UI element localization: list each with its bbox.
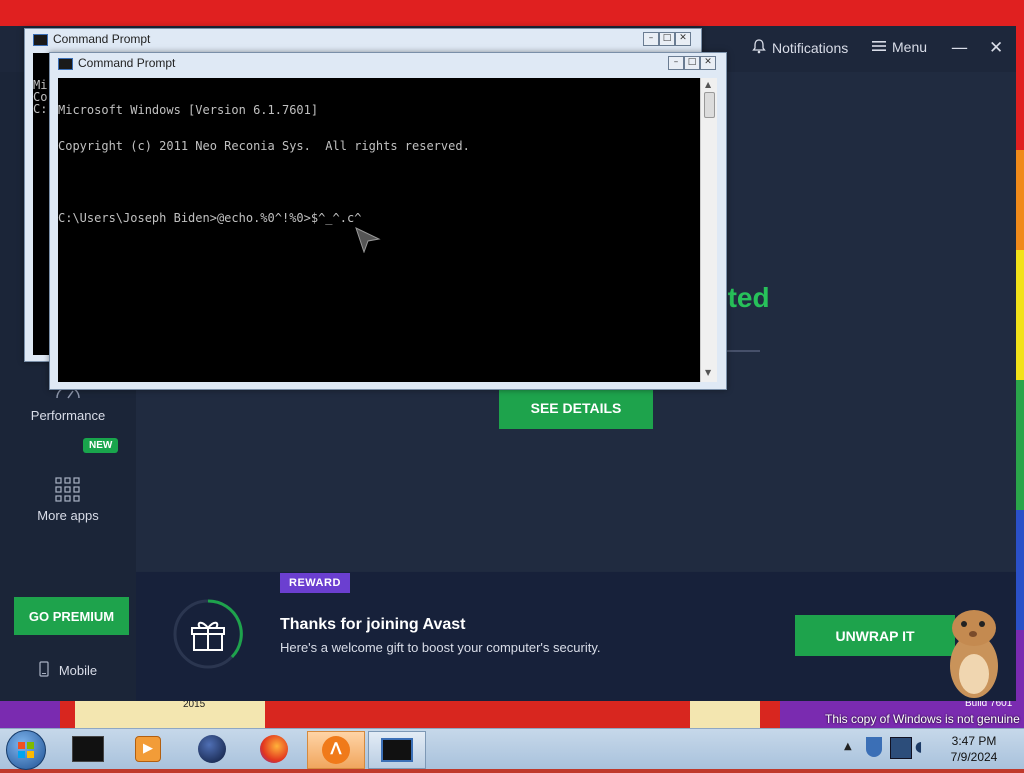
scroll-up-icon[interactable]: ▲ [705,80,711,89]
mouse-cursor-icon [355,227,381,257]
cmd-title: Command Prompt [78,56,176,70]
globe-icon [198,735,226,763]
taskbar: ▶ ᐱ ▲ ◖ [0,728,1024,770]
minimize-icon[interactable]: — [951,38,968,58]
phone-icon [39,661,49,680]
security-tray-icon[interactable] [866,737,882,757]
network-tray-icon[interactable] [890,737,912,759]
taskbar-app-cmd[interactable] [368,731,426,769]
grid-icon [0,476,136,508]
cmd-title: Command Prompt [53,32,151,46]
hamster-image [944,604,1004,700]
notifications-label: Notifications [772,40,849,56]
console-line: Microsoft Windows [Version 6.1.7601] [58,103,319,117]
maximize-icon[interactable]: □ [684,56,700,70]
reward-title: Thanks for joining Avast [280,616,466,633]
monitor-icon [72,736,104,762]
taskbar-app-media[interactable]: ▶ [120,731,176,767]
start-button[interactable] [6,730,46,770]
cmd-icon [381,738,413,762]
console-prompt-line: C:\Users\Joseph Biden>@echo.%0^!%0>$^_^.… [58,211,362,225]
show-hidden-icons[interactable]: ▲ [844,741,852,752]
console-line: Copyright (c) 2011 Neo Reconia Sys. All … [58,139,470,153]
see-details-button[interactable]: SEE DETAILS [499,386,653,429]
cmd-icon [58,58,73,70]
sidebar-item-label: More apps [37,508,99,523]
menu-button[interactable]: Menu [872,39,927,55]
clock-date: 7/9/2024 [950,750,998,764]
reward-badge: REWARD [280,573,350,593]
minimize-icon[interactable]: – [668,56,684,70]
taskbar-clock[interactable]: 3:47 PM 7/9/2024 [940,733,1008,765]
avast-icon: ᐱ [322,736,350,764]
menu-label: Menu [892,39,928,55]
windows-logo-icon [18,742,34,758]
reward-subtitle: Here's a welcome gift to boost your comp… [280,640,601,655]
scroll-thumb[interactable] [704,92,715,118]
status-divider [726,350,760,352]
gift-icon [172,598,244,670]
sidebar-item-label: Performance [30,408,106,423]
taskbar-app-avast[interactable]: ᐱ [307,731,365,769]
cmd-window-front[interactable]: Command Prompt – □ ✕ Microsoft Windows [… [49,52,727,390]
taskbar-app-globe[interactable] [184,731,240,767]
windows-genuine-notice: This copy of Windows is not genuine [825,712,1020,726]
unwrap-it-button[interactable]: UNWRAP IT [795,615,955,656]
minimize-icon[interactable]: – [643,32,659,46]
maximize-icon[interactable]: □ [659,32,675,46]
cmd-scrollbar[interactable]: ▲ ▼ [700,78,717,382]
volume-tray-icon[interactable]: ◖ [915,739,922,755]
bell-icon [752,39,766,57]
cmd-icon [33,34,48,46]
taskbar-app-desktop[interactable] [60,731,116,767]
sidebar-item-more-apps[interactable]: More apps [0,476,136,523]
new-badge: NEW [83,438,119,453]
close-icon[interactable]: ✕ [675,32,691,46]
hamburger-icon [872,39,886,55]
sidebar-item-mobile[interactable]: Mobile [0,661,136,680]
taskbar-app-firefox[interactable] [246,731,302,767]
scroll-down-icon[interactable]: ▼ [705,368,711,377]
close-icon[interactable]: ✕ [989,38,1003,58]
firefox-icon [260,735,288,763]
sidebar-item-label: Mobile [58,663,98,678]
go-premium-button[interactable]: GO PREMIUM [14,597,129,635]
notifications-button[interactable]: Notifications [752,39,848,57]
clock-time: 3:47 PM [951,734,997,748]
media-player-icon: ▶ [135,736,161,762]
close-icon[interactable]: ✕ [700,56,716,70]
